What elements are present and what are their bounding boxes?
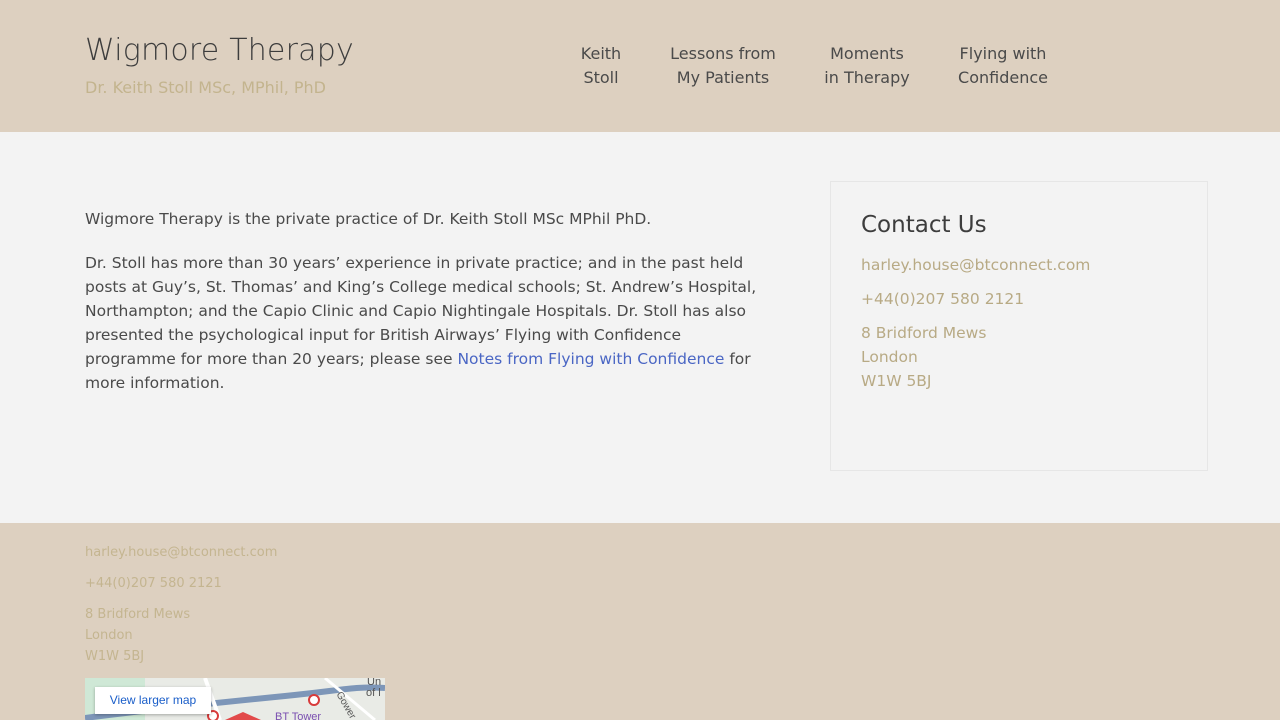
address-line: W1W 5BJ	[861, 372, 932, 390]
intro-paragraph: Wigmore Therapy is the private practice …	[85, 210, 652, 228]
map-label: BT Tower	[275, 711, 322, 720]
contact-heading: Contact Us	[861, 212, 987, 238]
nav-item-label: Moments	[830, 44, 904, 63]
contact-phone: +44(0)207 580 2121	[861, 290, 1025, 308]
main-content: Wigmore Therapy is the private practice …	[85, 207, 775, 415]
footer-phone: +44(0)207 580 2121	[85, 576, 222, 591]
address-line: W1W 5BJ	[85, 649, 145, 664]
nav-item-label: Lessons from	[670, 44, 776, 63]
nav-item-label: Confidence	[958, 68, 1048, 87]
site-tagline: Dr. Keith Stoll MSc, MPhil, PhD	[85, 78, 326, 97]
flying-with-confidence-link[interactable]: Notes from Flying with Confidence	[457, 350, 724, 368]
contact-panel: Contact Us harley.house@btconnect.com +4…	[830, 181, 1208, 471]
view-larger-map-button[interactable]: View larger map	[95, 687, 211, 714]
nav-item-label: in Therapy	[824, 68, 910, 87]
footer-email-link[interactable]: harley.house@btconnect.com	[85, 542, 277, 563]
map-label: of l	[366, 687, 381, 699]
nav-item-label: Keith	[580, 44, 622, 63]
contact-address: 8 Bridford Mews London W1W 5BJ	[861, 321, 986, 393]
nav-item-label: My Patients	[676, 68, 770, 87]
site-title[interactable]: Wigmore Therapy	[85, 33, 354, 68]
embedded-map[interactable]: Un of l Gower BT Tower View larger map	[85, 678, 385, 720]
body-paragraph: Dr. Stoll has more than 30 years’ experi…	[85, 251, 775, 395]
nav-item-lessons-from-my-patients[interactable]: Lessons from My Patients	[663, 42, 783, 90]
nav-item-moments-in-therapy[interactable]: Moments in Therapy	[815, 42, 919, 90]
site-footer: harley.house@btconnect.com +44(0)207 580…	[0, 523, 1280, 720]
nav-item-label: Stoll	[583, 68, 619, 87]
contact-email-link[interactable]: harley.house@btconnect.com	[861, 253, 1090, 277]
address-line: London	[861, 348, 918, 366]
nav-item-keith-stoll[interactable]: Keith Stoll	[565, 42, 637, 90]
nav-item-flying-with-confidence[interactable]: Flying with Confidence	[948, 42, 1058, 90]
site-header: Wigmore Therapy Dr. Keith Stoll MSc, MPh…	[0, 0, 1280, 132]
nav-item-label: Flying with	[959, 44, 1047, 63]
address-line: 8 Bridford Mews	[861, 324, 987, 342]
address-line: 8 Bridford Mews	[85, 607, 191, 622]
address-line: London	[85, 628, 133, 643]
footer-address: 8 Bridford Mews London W1W 5BJ	[85, 604, 190, 667]
